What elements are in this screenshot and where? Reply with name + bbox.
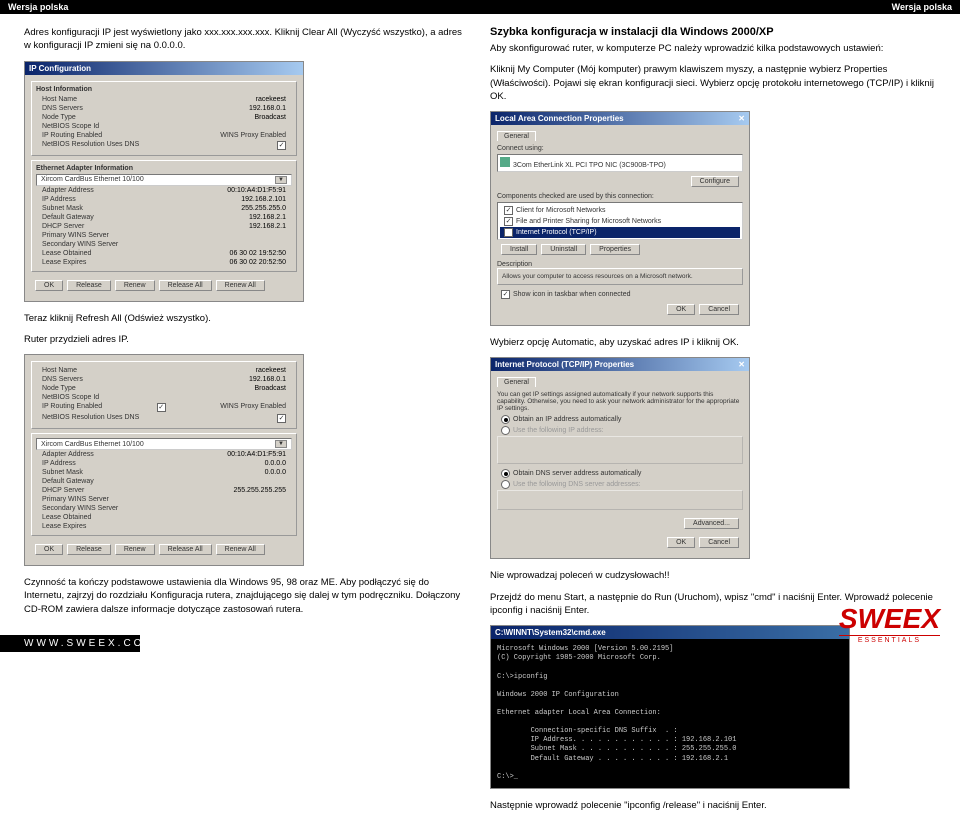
chevron-down-icon: ▼: [275, 440, 287, 448]
footer: WWW.SWEEX.COM: [0, 635, 960, 652]
tcpip-properties-dialog: Internet Protocol (TCP/IP) Properties✕ G…: [490, 357, 750, 559]
advanced-button[interactable]: Advanced...: [684, 518, 739, 529]
adapter-dropdown-2[interactable]: Xircom CardBus Ethernet 10/100▼: [36, 438, 292, 450]
left-column: Adres konfiguracji IP jest wyświetlony j…: [24, 26, 470, 820]
ok-button[interactable]: OK: [35, 280, 63, 291]
check-icon: ✓: [277, 141, 286, 150]
ipcfg1-titlebar: IP Configuration: [25, 62, 303, 75]
check-icon: ✓: [277, 414, 286, 423]
configure-button[interactable]: Configure: [691, 176, 739, 187]
ipconfig-dialog-2: Host Nameracekeest DNS Servers192.168.0.…: [24, 354, 304, 566]
header-left: Wersja polska: [8, 2, 68, 12]
logo-sub: ESSENTIALS: [839, 635, 940, 644]
adapter-dropdown[interactable]: Xircom CardBus Ethernet 10/100▼: [36, 174, 292, 186]
renew-button[interactable]: Renew: [115, 544, 155, 555]
renew-button[interactable]: Renew: [115, 280, 155, 291]
right-p2: Kliknij My Computer (Mój komputer) prawy…: [490, 63, 936, 103]
uninstall-button[interactable]: Uninstall: [541, 244, 586, 255]
ok-button[interactable]: OK: [667, 304, 695, 315]
close-icon[interactable]: ✕: [738, 360, 745, 369]
ipcfg1-title: IP Configuration: [29, 64, 91, 73]
footer-url: WWW.SWEEX.COM: [0, 635, 140, 652]
checkbox-icon[interactable]: ✓: [504, 206, 513, 215]
left-p4: Czynność ta kończy podstawowe ustawienia…: [24, 576, 470, 616]
chevron-down-icon: ▼: [275, 176, 287, 184]
release-button[interactable]: Release: [67, 280, 111, 291]
radio-icon[interactable]: [501, 469, 510, 478]
right-column: Szybka konfiguracja w instalacji dla Win…: [490, 26, 936, 820]
checkbox-icon[interactable]: ✓: [504, 228, 513, 237]
header-right: Wersja polska: [892, 2, 952, 12]
cmd-output: Microsoft Windows 2000 [Version 5.00.219…: [491, 639, 849, 787]
renew-all-button[interactable]: Renew All: [216, 280, 265, 291]
right-p3: Wybierz opcję Automatic, aby uzyskać adr…: [490, 336, 936, 349]
install-button[interactable]: Install: [501, 244, 537, 255]
check-icon: ✓: [157, 403, 166, 412]
content: Adres konfiguracji IP jest wyświetlony j…: [0, 14, 960, 820]
tab-general[interactable]: General: [497, 377, 536, 387]
ipcfg1-adapter-hdr: Ethernet Adapter Information: [36, 165, 292, 172]
cancel-button[interactable]: Cancel: [699, 304, 739, 315]
ipcfg1-hostinfo: Host Information: [36, 86, 292, 93]
nic-icon: [500, 157, 510, 167]
header-bar: Wersja polska Wersja polska: [0, 0, 960, 14]
radio-icon[interactable]: [501, 480, 510, 489]
release-button[interactable]: Release: [67, 544, 111, 555]
renew-all-button[interactable]: Renew All: [216, 544, 265, 555]
release-all-button[interactable]: Release All: [159, 280, 212, 291]
properties-button[interactable]: Properties: [590, 244, 640, 255]
left-p1: Adres konfiguracji IP jest wyświetlony j…: [24, 26, 470, 53]
ok-button[interactable]: OK: [35, 544, 63, 555]
right-title: Szybka konfiguracja w instalacji dla Win…: [490, 26, 936, 38]
radio-icon[interactable]: [501, 426, 510, 435]
ok-button[interactable]: OK: [667, 537, 695, 548]
cancel-button[interactable]: Cancel: [699, 537, 739, 548]
left-p3: Ruter przydzieli adres IP.: [24, 333, 470, 346]
lan-properties-dialog: Local Area Connection Properties✕ Genera…: [490, 111, 750, 326]
radio-icon[interactable]: [501, 415, 510, 424]
release-all-button[interactable]: Release All: [159, 544, 212, 555]
checkbox-icon[interactable]: ✓: [501, 290, 510, 299]
logo-text: SWEEX: [839, 603, 940, 635]
tab-general[interactable]: General: [497, 131, 536, 141]
close-icon[interactable]: ✕: [738, 114, 745, 123]
right-p6: Następnie wprowadź polecenie "ipconfig /…: [490, 799, 936, 812]
right-p4: Nie wprowadzaj poleceń w cudzysłowach!!: [490, 569, 936, 582]
ipconfig-dialog-1: IP Configuration Host Information Host N…: [24, 61, 304, 302]
left-p2: Teraz kliknij Refresh All (Odśwież wszys…: [24, 312, 470, 325]
checkbox-icon[interactable]: ✓: [504, 217, 513, 226]
right-p1: Aby skonfigurować ruter, w komputerze PC…: [490, 42, 936, 55]
sweex-logo: SWEEX ESSENTIALS: [839, 603, 940, 644]
